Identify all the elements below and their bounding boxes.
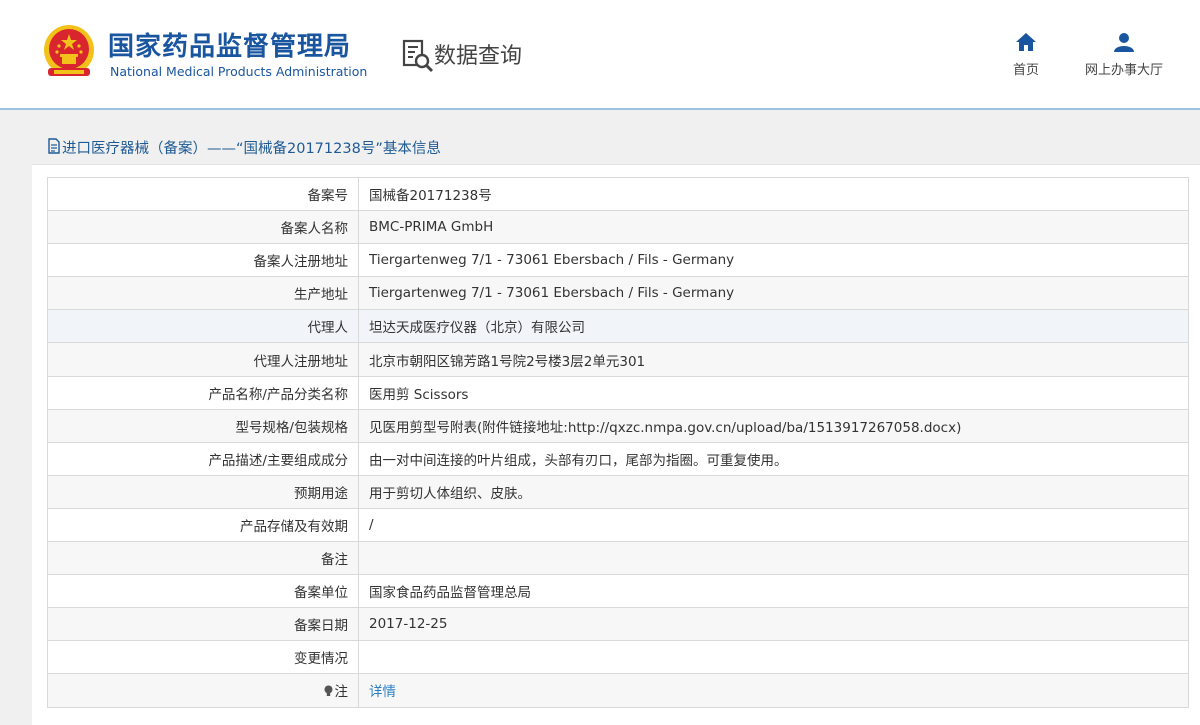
info-panel: 进口医疗器械（备案）——“国械备20171238号”基本信息 备案号 国械备20… [32, 127, 1200, 725]
row-value: 医用剪 Scissors [358, 375, 1189, 410]
site-header: 国家药品监督管理局 National Medical Products Admi… [0, 0, 1200, 110]
row-label: 产品存储及有效期 [47, 507, 359, 543]
table-row: 备注 [47, 541, 1189, 576]
panel-title: 进口医疗器械（备案）——“国械备20171238号”基本信息 [62, 141, 441, 157]
data-query-icon [402, 39, 434, 73]
table-row: 代理人注册地址 北京市朝阳区锦芳路1号院2号楼3层2单元301 [47, 342, 1189, 377]
nav-online-hall[interactable]: 网上办事大厅 [1078, 32, 1170, 78]
row-label: 型号规格/包装规格 [47, 408, 359, 443]
row-label: 备注 [47, 541, 359, 576]
row-value: Tiergartenweg 7/1 - 73061 Ebersbach / Fi… [358, 276, 1189, 311]
row-label: 备案人注册地址 [47, 243, 359, 278]
row-value: Tiergartenweg 7/1 - 73061 Ebersbach / Fi… [358, 243, 1189, 278]
row-value: 用于剪切人体组织、皮肤。 [358, 474, 1189, 509]
table-row: 产品名称/产品分类名称 医用剪 Scissors [47, 375, 1189, 410]
row-value: 北京市朝阳区锦芳路1号院2号楼3层2单元301 [358, 342, 1189, 377]
table-row: 备案日期 2017-12-25 [47, 607, 1189, 642]
table-row: 代理人 坦达天成医疗仪器（北京）有限公司 [47, 309, 1189, 344]
home-icon [1016, 33, 1036, 51]
table-row: 注 详情 [47, 673, 1189, 708]
table-row: 生产地址 Tiergartenweg 7/1 - 73061 Ebersbach… [47, 276, 1189, 311]
row-value: 2017-12-25 [358, 607, 1189, 642]
row-value [358, 640, 1189, 675]
row-value: 国家食品药品监督管理总局 [358, 574, 1189, 609]
panel-header: 进口医疗器械（备案）——“国械备20171238号”基本信息 [32, 127, 1200, 165]
nav-online-hall-label: 网上办事大厅 [1084, 63, 1163, 78]
row-value: 国械备20171238号 [358, 176, 1189, 212]
note-label: 注 [334, 684, 349, 701]
table-row: 产品存储及有效期 / [47, 507, 1189, 543]
row-value: 详情 [358, 673, 1189, 708]
table-row: 备案人注册地址 Tiergartenweg 7/1 - 73061 Ebersb… [47, 243, 1189, 278]
row-label: 预期用途 [47, 474, 359, 509]
row-label-note: 注 [47, 673, 359, 708]
table-row: 备案号 国械备20171238号 [47, 176, 1189, 212]
user-icon [1114, 33, 1134, 52]
row-label: 代理人注册地址 [47, 342, 359, 377]
row-value: 见医用剪型号附表(附件链接地址:http://qxzc.nmpa.gov.cn/… [358, 408, 1189, 443]
row-label: 备案号 [47, 176, 359, 212]
org-name-cn: 国家药品监督管理局 [108, 32, 352, 62]
document-icon [48, 138, 60, 154]
row-value: 由一对中间连接的叶片组成，头部有刃口，尾部为指圈。可重复使用。 [358, 441, 1189, 476]
row-value [358, 541, 1189, 576]
bulb-icon [324, 685, 332, 697]
table-row: 变更情况 [47, 640, 1189, 675]
info-table: 备案号 国械备20171238号 备案人名称 BMC-PRIMA GmbH 备案… [47, 176, 1189, 708]
row-value: / [358, 507, 1189, 543]
section-title: 数据查询 [434, 44, 523, 69]
national-emblem-icon [44, 25, 94, 76]
nav-home[interactable]: 首页 [1006, 32, 1046, 78]
row-value: BMC-PRIMA GmbH [358, 210, 1189, 245]
row-label: 备案人名称 [47, 210, 359, 245]
table-row: 备案人名称 BMC-PRIMA GmbH [47, 210, 1189, 245]
org-name-en: National Medical Products Administration [110, 64, 368, 79]
table-row: 产品描述/主要组成成分 由一对中间连接的叶片组成，头部有刃口，尾部为指圈。可重复… [47, 441, 1189, 476]
row-label: 变更情况 [47, 640, 359, 675]
row-label: 备案日期 [47, 607, 359, 642]
details-link[interactable]: 详情 [369, 684, 396, 700]
row-label: 产品名称/产品分类名称 [47, 375, 359, 410]
table-row: 型号规格/包装规格 见医用剪型号附表(附件链接地址:http://qxzc.nm… [47, 408, 1189, 443]
row-label: 代理人 [47, 309, 359, 344]
table-row: 预期用途 用于剪切人体组织、皮肤。 [47, 474, 1189, 509]
row-label: 生产地址 [47, 276, 359, 311]
row-value: 坦达天成医疗仪器（北京）有限公司 [358, 309, 1189, 344]
nav-home-label: 首页 [1012, 63, 1039, 78]
row-label: 产品描述/主要组成成分 [47, 441, 359, 476]
table-row: 备案单位 国家食品药品监督管理总局 [47, 574, 1189, 609]
row-label: 备案单位 [47, 574, 359, 609]
